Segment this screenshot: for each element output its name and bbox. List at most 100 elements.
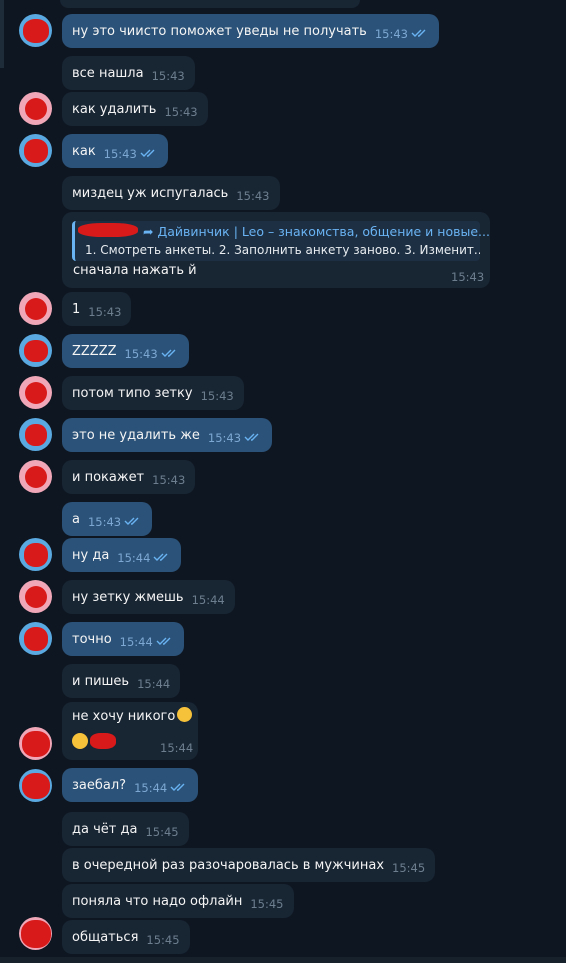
read-ticks-icon bbox=[153, 553, 168, 561]
message-time: 15:43 bbox=[451, 270, 485, 284]
message-time: 15:44 bbox=[119, 635, 153, 649]
message-text: ну да bbox=[72, 548, 110, 563]
message-time: 15:43 bbox=[151, 69, 185, 83]
message-time: 15:45 bbox=[145, 825, 179, 839]
message-text: миздец уж испугалась bbox=[72, 186, 229, 201]
message-text: ZZZZZ bbox=[72, 344, 117, 359]
grinning-face-emoji-icon bbox=[72, 733, 88, 749]
forward-arrow-icon: ➦ bbox=[143, 224, 158, 239]
read-ticks-icon bbox=[170, 783, 185, 791]
message-text: как удалить bbox=[72, 102, 157, 117]
composer-edge bbox=[0, 957, 566, 963]
avatar[interactable] bbox=[19, 14, 52, 47]
message-incoming[interactable]: общаться 15:45 bbox=[62, 920, 190, 954]
message-text: это не удалить же bbox=[72, 428, 200, 443]
redaction-mark bbox=[78, 223, 138, 237]
message-time: 15:43 bbox=[88, 305, 122, 319]
message-incoming[interactable]: потом типо зетку 15:43 bbox=[62, 376, 244, 410]
message-text: ну зетку жмешь bbox=[72, 590, 184, 605]
message-incoming[interactable]: ну зетку жмешь 15:44 bbox=[62, 580, 235, 614]
message-time: 15:43 bbox=[103, 147, 137, 161]
message-text: а bbox=[72, 512, 80, 527]
chat-history[interactable]: ну это чиисто поможет уведы не получать 1… bbox=[0, 0, 566, 963]
redaction-mark bbox=[90, 733, 116, 749]
message-text: как bbox=[72, 144, 96, 159]
read-ticks-icon bbox=[411, 29, 426, 37]
message-incoming[interactable]: и покажет 15:43 bbox=[62, 460, 196, 494]
read-ticks-icon bbox=[156, 637, 171, 645]
message-time: 15:44 bbox=[117, 551, 151, 565]
avatar[interactable] bbox=[19, 134, 52, 167]
message-time: 15:43 bbox=[200, 389, 234, 403]
message-text: в очередной раз разочаровалась в мужчина… bbox=[72, 858, 385, 873]
message-outgoing[interactable]: а 15:43 bbox=[62, 502, 153, 536]
avatar[interactable] bbox=[19, 580, 52, 613]
avatar[interactable] bbox=[19, 917, 52, 950]
pensive-face-emoji-icon bbox=[177, 707, 193, 722]
message-text: и покажет bbox=[72, 470, 145, 485]
message-text: общаться bbox=[72, 930, 139, 945]
message-incoming[interactable]: все нашла 15:43 bbox=[62, 56, 195, 90]
message-incoming[interactable]: как удалить 15:43 bbox=[62, 92, 208, 126]
message-incoming[interactable]: в очередной раз разочаровалась в мужчина… bbox=[62, 848, 436, 882]
message-time: 15:45 bbox=[392, 861, 426, 875]
forwarded-preview[interactable]: ➦ Дайвинчик | Leo – знакомства, общение … bbox=[72, 221, 490, 261]
message-time: 15:44 bbox=[191, 593, 225, 607]
message-text: точно bbox=[72, 632, 112, 647]
message-time: 15:45 bbox=[250, 897, 284, 911]
message-text: да чёт да bbox=[72, 822, 138, 837]
avatar[interactable] bbox=[19, 622, 52, 655]
message-incoming[interactable]: да чёт да 15:45 bbox=[62, 812, 189, 846]
avatar[interactable] bbox=[19, 418, 52, 451]
message-text: не хочу никого bbox=[72, 707, 193, 724]
message-outgoing[interactable]: точно 15:44 bbox=[62, 622, 184, 656]
message-incoming[interactable]: 1 15:43 bbox=[62, 292, 132, 326]
forward-title-text: Дайвинчик | Leo – знакомства, общение и … bbox=[157, 224, 490, 239]
previous-message-edge bbox=[60, 0, 360, 8]
message-outgoing[interactable]: ну да 15:44 bbox=[62, 538, 182, 572]
message-outgoing[interactable]: ну это чиисто поможет уведы не получать 1… bbox=[62, 14, 439, 48]
message-outgoing[interactable]: как 15:43 bbox=[62, 134, 168, 168]
message-outgoing[interactable]: ZZZZZ 15:43 bbox=[62, 334, 189, 368]
message-outgoing[interactable]: заебал? 15:44 bbox=[62, 768, 199, 802]
message-time: 15:43 bbox=[207, 431, 242, 445]
read-ticks-icon bbox=[244, 433, 259, 441]
message-text: заебал? bbox=[72, 778, 127, 793]
message-incoming[interactable]: поняла что надо офлайн 15:45 bbox=[62, 884, 294, 918]
message-text-body: не хочу никого bbox=[72, 709, 176, 724]
scrollbar[interactable] bbox=[0, 0, 4, 68]
message-time: 15:43 bbox=[124, 347, 158, 361]
avatar[interactable] bbox=[19, 292, 52, 325]
message-time: 15:43 bbox=[164, 105, 198, 119]
read-ticks-icon bbox=[140, 149, 155, 157]
message-outgoing[interactable]: это не удалить же 15:43 bbox=[62, 418, 273, 452]
avatar[interactable] bbox=[19, 92, 52, 125]
message-time: 15:43 bbox=[236, 189, 270, 203]
message-text: ну это чиисто поможет уведы не получать bbox=[72, 24, 367, 39]
message-incoming[interactable]: миздец уж испугалась 15:43 bbox=[62, 176, 280, 210]
message-time: 15:44 bbox=[134, 781, 168, 795]
avatar[interactable] bbox=[19, 727, 52, 760]
message-text: потом типо зетку bbox=[72, 386, 193, 401]
message-time: 15:44 bbox=[137, 677, 171, 691]
avatar[interactable] bbox=[19, 376, 52, 409]
message-text: 1 bbox=[72, 302, 81, 317]
message-time: 15:44 bbox=[160, 741, 194, 755]
message-time: 15:45 bbox=[146, 933, 180, 947]
avatar[interactable] bbox=[19, 334, 52, 367]
read-ticks-icon bbox=[124, 517, 139, 525]
forward-source-title[interactable]: ➦ Дайвинчик | Leo – знакомства, общение … bbox=[143, 224, 490, 239]
emoji-row bbox=[72, 733, 116, 753]
forward-preview-text: 1. Смотреть анкеты. 2. Заполнить анкету … bbox=[85, 243, 480, 257]
message-text: сначала нажать й bbox=[73, 263, 197, 278]
read-ticks-icon bbox=[161, 349, 176, 357]
message-time: 15:43 bbox=[374, 27, 408, 41]
avatar[interactable] bbox=[19, 769, 52, 802]
message-text: все нашла bbox=[72, 66, 144, 81]
message-text: поняла что надо офлайн bbox=[72, 894, 243, 909]
message-text: и пишеь bbox=[72, 674, 130, 689]
message-time: 15:43 bbox=[87, 515, 122, 529]
avatar[interactable] bbox=[19, 460, 52, 493]
avatar[interactable] bbox=[19, 538, 52, 571]
message-incoming[interactable]: и пишеь 15:44 bbox=[62, 664, 181, 698]
